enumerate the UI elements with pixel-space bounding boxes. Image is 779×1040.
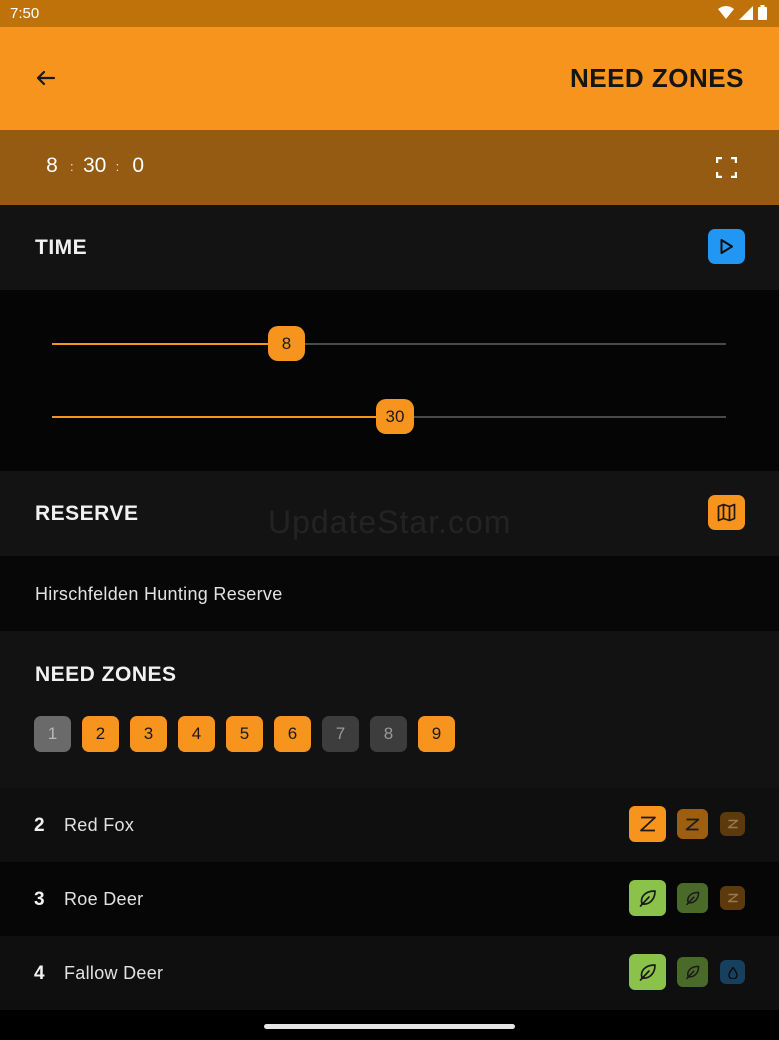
animal-number: 2 [34,815,45,836]
sleep-icon [727,893,738,903]
feed-icon [639,964,656,981]
animal-number: 4 [34,963,45,984]
time-section-label: TIME [35,236,88,259]
clock-bar: 8 : 30 : 0 [0,130,779,205]
wifi-icon [718,5,734,19]
feed-icon [685,891,699,906]
play-icon [720,239,733,254]
need-zones-section: NEED ZONES 1 2 3 4 5 6 7 8 9 [0,631,779,788]
battery-icon [758,5,767,20]
feed-need-medium [677,957,708,987]
map-icon [717,503,736,522]
zone-chip[interactable]: 5 [226,716,263,752]
feed-need-medium [677,883,708,913]
zone-chip[interactable]: 1 [34,716,71,752]
hour-slider-fill [52,343,287,345]
sleep-icon [727,819,738,829]
clock-separator: : [115,158,120,174]
feed-need-high [629,880,666,916]
fullscreen-icon[interactable] [716,157,737,178]
status-bar: 7:50 [0,0,779,27]
clock-seconds: 0 [132,154,145,177]
animal-row-fallow-deer[interactable]: 4 Fallow Deer [0,936,779,1010]
zone-chip[interactable]: 2 [82,716,119,752]
minute-slider-thumb[interactable]: 30 [376,399,414,434]
clock-hours: 8 [46,154,58,177]
zone-chip[interactable]: 7 [322,716,359,752]
animal-number: 3 [34,889,45,910]
time-section-header: TIME [0,205,779,290]
page-title: NEED ZONES [569,63,744,93]
play-button[interactable] [708,229,745,264]
animal-name: Red Fox [64,815,135,835]
feed-need-high [629,954,666,990]
hour-slider-thumb[interactable]: 8 [268,326,305,361]
zone-chip[interactable]: 3 [130,716,167,752]
feed-icon [639,890,656,907]
reserve-section-label: RESERVE [35,502,139,525]
watermark: UpdateStar.com [268,504,512,540]
drink-icon [727,966,738,979]
drink-need-low [720,960,745,984]
sleep-need-high [629,806,666,842]
zone-chip[interactable]: 8 [370,716,407,752]
need-zones-label: NEED ZONES [35,663,177,686]
status-time: 7:50 [10,5,40,22]
animal-name: Fallow Deer [64,963,164,983]
sleep-icon [685,818,700,830]
map-button[interactable] [708,495,745,530]
feed-icon [685,965,699,980]
sleep-need-medium [677,809,708,839]
minute-slider-fill [52,416,395,418]
home-gesture-handle[interactable] [264,1024,515,1029]
back-arrow-icon[interactable] [32,64,60,92]
zone-chip[interactable]: 9 [418,716,455,752]
reserve-selector[interactable]: Hirschfelden Hunting Reserve [0,556,779,631]
clock-minutes: 30 [82,154,107,177]
clock-readout: 8 : 30 : 0 [40,154,151,178]
zone-chip[interactable]: 6 [274,716,311,752]
zone-chip[interactable]: 4 [178,716,215,752]
animal-row-roe-deer[interactable]: 3 Roe Deer [0,862,779,936]
clock-separator: : [70,158,74,174]
zone-chips: 1 2 3 4 5 6 7 8 9 [34,716,455,752]
signal-icon [739,5,753,20]
app-bar: NEED ZONES [0,27,779,130]
sleep-need-low [720,812,745,836]
animal-name: Roe Deer [64,889,144,909]
minute-slider[interactable]: 30 [52,399,726,434]
hour-slider[interactable]: 8 [52,326,726,361]
reserve-name: Hirschfelden Hunting Reserve [35,584,283,604]
sleep-icon [639,816,656,832]
navigation-bar [0,1010,779,1040]
time-sliders: 8 30 [0,290,779,471]
sleep-need-low [720,886,745,910]
status-icons [718,5,767,20]
animal-row-red-fox[interactable]: 2 Red Fox [0,788,779,862]
